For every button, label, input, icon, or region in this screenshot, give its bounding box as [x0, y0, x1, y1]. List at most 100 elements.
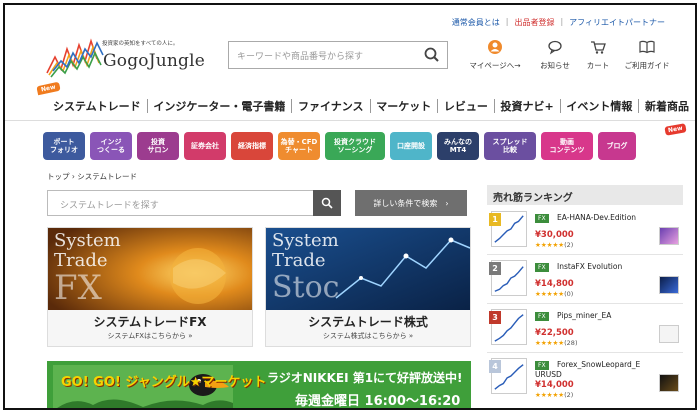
- product-name[interactable]: InstaFX Evolution: [557, 262, 622, 271]
- product-price: ¥30,000: [535, 230, 574, 240]
- product-price: ¥14,000: [535, 380, 574, 390]
- cart-icon: [591, 41, 606, 54]
- ranking-item[interactable]: 1 FX EA-HANA-Dev.Edition ¥30,000 ★★★★★(2…: [487, 207, 683, 255]
- radio-logo-text: GO! GO! ジャングル★マーケット: [61, 375, 267, 390]
- top-links: 通常会員とは | 出品者登録 | アフィリエイトパートナー: [452, 17, 665, 28]
- market-tag: FX: [535, 214, 549, 223]
- banner-fx-title: システムトレードFX: [93, 315, 207, 329]
- stars-icon: ★★★★★: [535, 290, 565, 298]
- logo-name[interactable]: GogoJungle: [103, 51, 205, 71]
- nav-item-event[interactable]: イベント情報: [560, 98, 638, 114]
- nav-item-market[interactable]: マーケット: [370, 98, 437, 114]
- book-icon: [639, 40, 655, 54]
- rank-number: 1: [489, 213, 501, 226]
- mypage-link[interactable]: マイページへ→: [465, 39, 525, 71]
- banner-systemtrade-stock[interactable]: System Trade Stoc システムトレード株式 システム株式はこちらか…: [265, 227, 471, 347]
- mypage-label: マイページへ→: [469, 61, 521, 70]
- category-economic-indicators[interactable]: 経済指標: [231, 132, 273, 160]
- category-spread[interactable]: スプレッド 比較: [484, 132, 536, 160]
- seller-thumbnail[interactable]: [659, 227, 679, 245]
- review-count: (28): [564, 339, 578, 347]
- nav-item-review[interactable]: レビュー: [438, 98, 494, 114]
- banner-fx-image: System Trade FX: [48, 228, 252, 310]
- category-blog[interactable]: ブログ: [598, 132, 636, 160]
- rating-stars: ★★★★★(2): [535, 391, 573, 399]
- search-input[interactable]: キーワードや商品番号から探す: [237, 49, 363, 62]
- rating-stars: ★★★★★(0): [535, 290, 573, 298]
- ranking-item[interactable]: 3 FX Pips_miner_EA ¥22,500 ★★★★★(28): [487, 305, 683, 353]
- affiliate-link[interactable]: アフィリエイトパートナー: [569, 17, 665, 28]
- banner-fx-overlay-3: FX: [54, 268, 102, 308]
- stars-icon: ★★★★★: [535, 241, 565, 249]
- blog-new-badge: New: [664, 123, 687, 136]
- ranking-title: 売れ筋ランキング: [487, 185, 683, 205]
- category-salon[interactable]: 投資 サロン: [137, 132, 179, 160]
- rank-number: 4: [489, 360, 501, 373]
- seller-register-link[interactable]: 出品者登録: [514, 17, 554, 28]
- review-count: (2): [564, 241, 574, 249]
- review-count: (0): [564, 290, 574, 298]
- main-nav: システムトレード インジケーター・電子書籍 ファイナンス マーケット レビュー …: [5, 91, 695, 121]
- guide-link[interactable]: ご利用ガイド: [617, 39, 677, 71]
- banner-stock-image: System Trade Stoc: [266, 228, 470, 310]
- radio-line-1: ラジオNIKKEI 第1にて好評放送中!: [267, 371, 463, 385]
- banner-stock-overlay-2: Trade: [272, 250, 326, 271]
- review-count: (2): [564, 391, 574, 399]
- speech-bubble-icon: [548, 40, 562, 55]
- ranking-item[interactable]: 4 FX Forex_SnowLeopard_E URUSD ¥14,000 ★…: [487, 354, 683, 408]
- systemtrade-search-box[interactable]: システムトレードを探す: [47, 190, 341, 216]
- stars-icon: ★★★★★: [535, 339, 565, 347]
- banner-stock-overlay-1: System: [272, 230, 339, 251]
- nav-item-systemtrade[interactable]: システムトレード: [47, 98, 147, 114]
- banner-fx-overlay-1: System: [54, 230, 121, 251]
- category-account-opening[interactable]: 口座開設: [390, 132, 432, 160]
- product-name-cont[interactable]: URUSD: [535, 370, 562, 379]
- guide-label: ご利用ガイド: [624, 61, 670, 70]
- product-price: ¥14,800: [535, 279, 574, 289]
- product-price: ¥22,500: [535, 328, 574, 338]
- nav-item-toushinavi[interactable]: 投資ナビ+: [495, 98, 560, 114]
- nav-item-indicator[interactable]: インジケーター・電子書籍: [147, 98, 291, 114]
- search-icon[interactable]: [423, 46, 441, 64]
- user-icon: [488, 40, 502, 54]
- advanced-search-button[interactable]: 詳しい条件で検索 ›: [355, 190, 467, 216]
- product-name[interactable]: Forex_SnowLeopard_E: [557, 360, 640, 369]
- market-tag: FX: [535, 361, 549, 370]
- search-box[interactable]: キーワードや商品番号から探す: [228, 41, 448, 69]
- nav-item-new-products[interactable]: 新着商品: [639, 98, 695, 114]
- stars-icon: ★★★★★: [535, 391, 565, 399]
- product-name[interactable]: EA-HANA-Dev.Edition: [557, 213, 636, 222]
- separator: |: [505, 17, 509, 26]
- ranking-panel: 売れ筋ランキング 1 FX EA-HANA-Dev.Edition ¥30,00…: [487, 185, 683, 408]
- radio-banner[interactable]: GO! GO! ジャングル★マーケット ラジオNIKKEI 第1にて好評放送中!…: [47, 361, 471, 409]
- rank-number: 2: [489, 262, 501, 275]
- category-fx-chart[interactable]: 為替・CFD チャート: [278, 132, 320, 160]
- banner-stock-title: システムトレード株式: [308, 315, 428, 329]
- banner-fx-sub[interactable]: システムFXはこちらから »: [48, 331, 252, 341]
- banner-stock-overlay-3: Stoc: [272, 270, 340, 305]
- seller-thumbnail[interactable]: [659, 325, 679, 343]
- logo-tagline: 投資家の英知をすべての人に。: [102, 41, 179, 47]
- category-crowdsourcing[interactable]: 投資クラウド ソーシング: [325, 132, 385, 160]
- seller-thumbnail[interactable]: [659, 276, 679, 294]
- systemtrade-search-input[interactable]: システムトレードを探す: [60, 198, 159, 211]
- category-indicator-tool[interactable]: インジ つくーる: [90, 132, 132, 160]
- breadcrumb[interactable]: トップ › システムトレード: [47, 171, 137, 182]
- product-name[interactable]: Pips_miner_EA: [557, 311, 611, 320]
- radio-line-2: 毎週金曜日 16:00～16:20: [295, 394, 461, 409]
- search-icon: [321, 197, 333, 209]
- category-mt4[interactable]: みんなの MT4: [437, 132, 479, 160]
- nav-item-finance[interactable]: ファイナンス: [292, 98, 370, 114]
- category-video[interactable]: 動画 コンテンツ: [541, 132, 593, 160]
- seller-thumbnail[interactable]: [659, 374, 679, 392]
- ranking-item[interactable]: 2 FX InstaFX Evolution ¥14,800 ★★★★★(0): [487, 256, 683, 304]
- member-link[interactable]: 通常会員とは: [452, 17, 500, 28]
- category-buttons: ポート フォリオ インジ つくーる 投資 サロン 証券会社 経済指標 為替・CF…: [43, 132, 636, 160]
- systemtrade-search-button[interactable]: [313, 190, 341, 216]
- category-securities[interactable]: 証券会社: [184, 132, 226, 160]
- rating-stars: ★★★★★(28): [535, 339, 577, 347]
- category-portfolio[interactable]: ポート フォリオ: [43, 132, 85, 160]
- banner-stock-sub[interactable]: システム株式はこちらから »: [266, 331, 470, 341]
- banner-systemtrade-fx[interactable]: System Trade FX システムトレードFX システムFXはこちらから …: [47, 227, 253, 347]
- page-frame: 通常会員とは | 出品者登録 | アフィリエイトパートナー 投資家の英知をすべて…: [3, 3, 697, 410]
